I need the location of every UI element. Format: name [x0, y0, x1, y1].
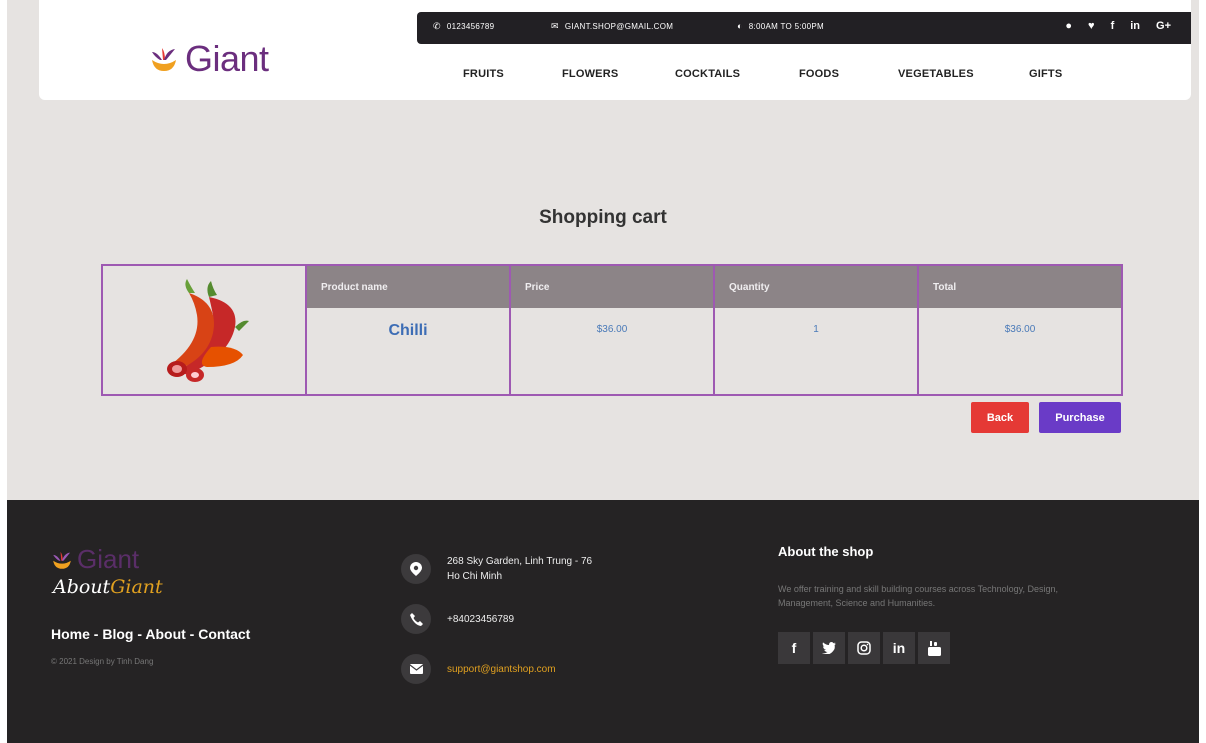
linkedin-icon[interactable]: in	[883, 632, 915, 664]
brand-name: Giant	[185, 38, 269, 79]
address-line-1: 268 Sky Garden, Linh Trung - 76	[447, 556, 593, 567]
topbar-hours: ◐ 8:00AM TO 5:00PM	[737, 21, 824, 31]
clock-icon: ◐	[737, 21, 743, 31]
purchase-button[interactable]: Purchase	[1039, 402, 1121, 433]
header-price: Price	[511, 266, 713, 308]
nav-foods[interactable]: FOODS	[799, 68, 839, 80]
user-icon[interactable]: ●	[1065, 20, 1072, 32]
site-header: Giant ✆ 0123456789 ✉ GIANT.SHOP@GMAIL.CO…	[39, 0, 1191, 100]
nav-vegetables[interactable]: VEGETABLES	[898, 68, 974, 80]
back-button[interactable]: Back	[971, 402, 1029, 433]
linkedin-icon[interactable]: in	[1130, 20, 1140, 32]
about-prefix: About	[53, 576, 111, 598]
product-image-cell	[103, 266, 307, 394]
google-plus-icon[interactable]: G+	[1156, 20, 1171, 32]
header-total: Total	[919, 266, 1121, 308]
column-total: Total $36.00	[919, 266, 1121, 394]
footer-copyright: © 2021 Design by Tinh Dang	[51, 657, 154, 666]
nav-gifts[interactable]: GIFTS	[1029, 68, 1062, 80]
column-quantity: Quantity 1	[715, 266, 919, 394]
about-accent: Giant	[110, 576, 163, 598]
chilli-image	[167, 279, 249, 382]
envelope-icon	[401, 654, 431, 684]
brand-logo[interactable]: Giant	[149, 38, 269, 80]
nav-cocktails[interactable]: COCKTAILS	[675, 68, 740, 80]
product-quantity[interactable]: 1	[715, 308, 917, 394]
page: Giant ✆ 0123456789 ✉ GIANT.SHOP@GMAIL.CO…	[7, 0, 1199, 743]
footer-about-title: AboutGiant	[53, 576, 163, 598]
address-line-2: Ho Chi Minh	[447, 571, 503, 582]
phone-icon: ✆	[433, 21, 441, 31]
topbar-phone-text: 0123456789	[446, 22, 495, 31]
twitter-icon[interactable]: ♥	[1088, 20, 1095, 32]
topbar-email[interactable]: ✉ GIANT.SHOP@GMAIL.COM	[551, 21, 673, 32]
facebook-icon[interactable]: f	[778, 632, 810, 664]
footer-email-text[interactable]: support@giantshop.com	[447, 662, 556, 677]
footer-social-links: f in	[778, 632, 950, 664]
facebook-icon[interactable]: f	[1111, 20, 1115, 32]
nav-flowers[interactable]: FLOWERS	[562, 68, 618, 80]
site-footer: Giant AboutGiant Home - Blog - About - C…	[7, 500, 1199, 743]
column-price: Price $36.00	[511, 266, 715, 394]
column-product-name: Product name Chilli	[307, 266, 511, 394]
product-price: $36.00	[596, 324, 628, 335]
top-info-bar: ✆ 0123456789 ✉ GIANT.SHOP@GMAIL.COM ◐ 8:…	[417, 12, 1191, 44]
footer-logo[interactable]: Giant	[51, 544, 139, 575]
topbar-hours-text: 8:00AM TO 5:00PM	[748, 21, 824, 31]
footer-phone-text[interactable]: +84023456789	[447, 612, 514, 627]
instagram-icon[interactable]	[848, 632, 880, 664]
twitter-icon[interactable]	[813, 632, 845, 664]
footer-links[interactable]: Home - Blog - About - Contact	[51, 626, 250, 642]
leaf-logo-icon	[53, 551, 71, 569]
product-name[interactable]: Chilli	[307, 308, 509, 394]
header-quantity: Quantity	[715, 266, 917, 308]
about-shop-text: We offer training and skill building cou…	[778, 584, 1058, 608]
topbar-phone[interactable]: ✆ 0123456789	[433, 21, 494, 32]
page-title: Shopping cart	[539, 207, 667, 228]
cart-table: Product name Chilli Price $36.00 Quantit…	[101, 264, 1123, 396]
envelope-icon: ✉	[551, 21, 559, 31]
topbar-social-links: ● ♥ f in G+	[1065, 20, 1171, 32]
leaf-logo-icon	[152, 48, 176, 71]
about-shop-heading: About the shop	[778, 544, 874, 559]
youtube-icon[interactable]	[918, 632, 950, 664]
footer-brand-name: Giant	[77, 544, 140, 574]
product-total: $36.00	[1004, 324, 1036, 335]
phone-icon	[401, 604, 431, 634]
header-product-name: Product name	[307, 266, 509, 308]
topbar-email-text: GIANT.SHOP@GMAIL.COM	[564, 22, 674, 31]
map-marker-icon	[401, 554, 431, 584]
nav-fruits[interactable]: FRUITS	[463, 68, 504, 80]
